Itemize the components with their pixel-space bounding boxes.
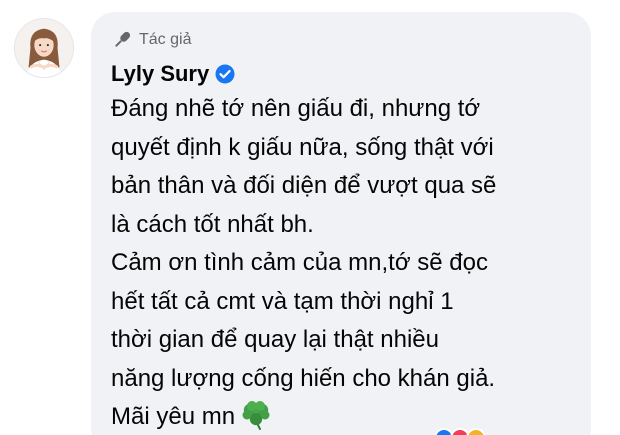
author-badge-label: Tác giả: [139, 31, 192, 48]
avatar[interactable]: [14, 18, 74, 78]
comment-line: quyết định k giấu nữa, sống thật với: [111, 133, 494, 161]
author-name[interactable]: Lyly Sury: [111, 61, 209, 87]
comment-screenshot: Tác giả Lyly Sury Đáng nhẽ tớ nên giấu đ…: [0, 0, 620, 435]
verified-check-icon: [215, 64, 235, 84]
comment-line: Cảm ơn tình cảm của mn,tớ sẽ đọc: [111, 249, 488, 276]
comment-line: bản thân và đối diện để vượt qua sẽ: [111, 172, 497, 199]
comment-last-line: Mãi yêu mn: [111, 398, 586, 435]
comment-line: hết tất cả cmt và tạm thời nghỉ 1: [111, 287, 454, 315]
profile-photo: [15, 19, 73, 77]
comment-line: thời gian để quay lại thật nhiều: [111, 326, 439, 353]
reaction-summary[interactable]: [434, 428, 486, 435]
author-badge: Tác giả: [111, 29, 191, 51]
comment-line: Đáng nhẽ tớ nên giấu đi, nhưng tớ: [111, 95, 481, 122]
comment-text: Đáng nhẽ tớ nên giấu đi, nhưng tớ quyết …: [111, 90, 586, 435]
microphone-icon: [111, 29, 133, 51]
comment-line-text: Mãi yêu mn: [111, 403, 236, 430]
comment-line: năng lượng cống hiến cho khán giả.: [111, 364, 496, 392]
author-row: Lyly Sury: [111, 59, 235, 89]
comment-line: là cách tốt nhất bh.: [111, 210, 314, 238]
care-reaction-icon: [466, 428, 486, 435]
shamrock-icon: [239, 400, 273, 430]
